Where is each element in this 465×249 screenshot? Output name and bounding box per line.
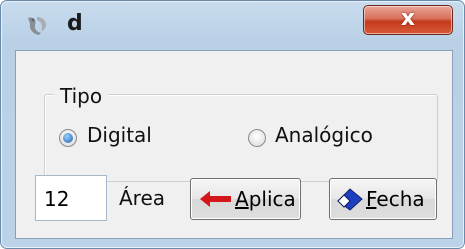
aplica-label: plica	[248, 187, 296, 211]
blue-eraser-icon	[337, 188, 363, 211]
aplica-button[interactable]: Aplica	[190, 178, 301, 220]
aplica-accesskey: A	[235, 187, 249, 211]
dialog-window: d x Tipo Digital Analógico 12 Área Aplic…	[0, 0, 465, 249]
area-label: Área	[119, 186, 166, 210]
window-title: d	[67, 11, 83, 36]
fecha-label: echa	[376, 187, 425, 211]
title-bar[interactable]: d x	[1, 1, 464, 45]
fecha-button[interactable]: Fecha	[329, 178, 437, 220]
radio-analogico-label[interactable]: Analógico	[275, 123, 373, 147]
radio-digital-label[interactable]: Digital	[87, 123, 152, 147]
radio-analogico[interactable]	[248, 129, 266, 147]
app-icon	[28, 17, 47, 35]
close-icon: x	[400, 6, 416, 31]
area-number-input[interactable]: 12	[35, 175, 107, 221]
fecha-accesskey: F	[366, 187, 377, 211]
red-left-arrow-icon	[200, 191, 231, 207]
radio-digital[interactable]	[59, 129, 77, 147]
close-button[interactable]: x	[363, 5, 453, 35]
dialog-client-area: Tipo Digital Analógico 12 Área Aplica Fe…	[15, 50, 453, 239]
tipo-group-label: Tipo	[54, 84, 109, 108]
